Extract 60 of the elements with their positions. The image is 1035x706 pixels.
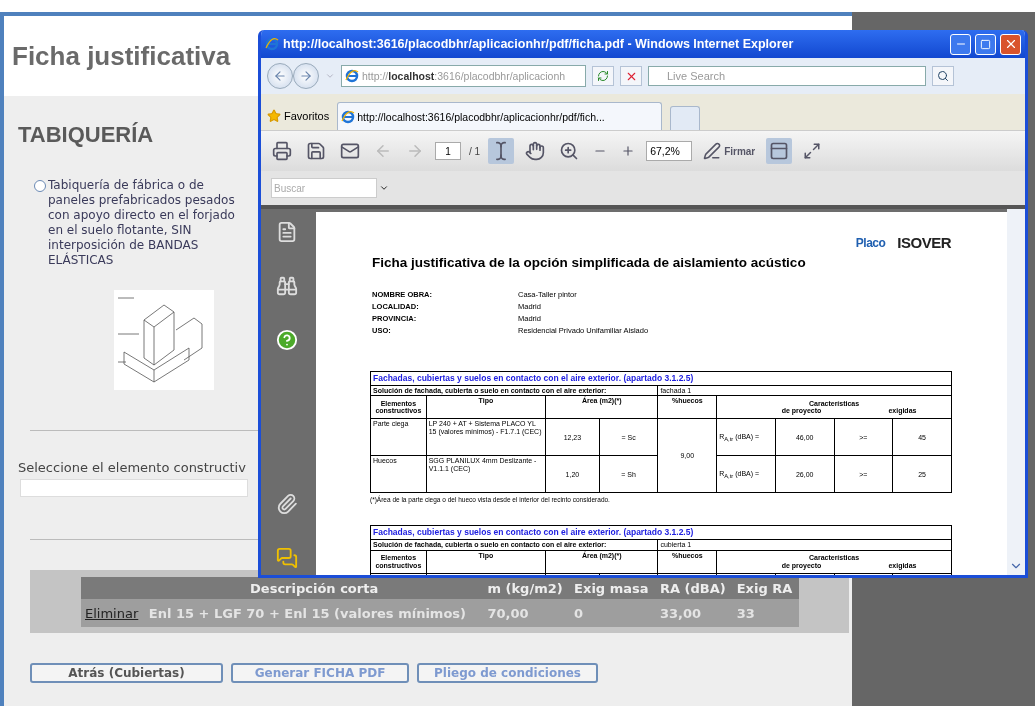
binoculars-icon[interactable] — [276, 275, 298, 297]
page-title: Ficha justificativa — [12, 40, 231, 72]
select-tool-button[interactable] — [488, 138, 515, 164]
table-cell: Enl 15 + LGF 70 + Enl 15 (valores mínimos) — [144, 599, 484, 627]
select-label: Seleccione el elemento constructiv — [18, 460, 246, 475]
radio-button[interactable] — [34, 180, 46, 192]
table-title: Fachadas, cubiertas y suelos en contacto con el aire exterior. (apartado 3.1.2.5) — [370, 525, 952, 540]
paperclip-icon[interactable] — [276, 493, 298, 515]
page-layout-icon — [769, 141, 790, 161]
brand-logo: ISOVER — [897, 234, 951, 251]
page-total: / 1 — [469, 145, 481, 157]
refresh-icon — [597, 70, 609, 82]
favorites-button[interactable]: Favoritos — [267, 102, 330, 130]
address-text: http://localhost:3616/placodbhr/aplicacionh — [362, 70, 566, 82]
maximize-button[interactable] — [975, 33, 996, 55]
browser-tab[interactable]: http://localhost:3616/placodbhr/aplicacionhr/pdf/fich... — [337, 102, 663, 130]
maximize-icon — [980, 38, 991, 50]
help-icon[interactable] — [276, 329, 298, 351]
close-button[interactable] — [1000, 33, 1021, 55]
table-cell: 33 — [732, 599, 799, 627]
hand-icon — [525, 141, 546, 161]
star-icon — [267, 109, 281, 123]
table-cell: 70,00 — [483, 599, 571, 627]
minimize-button[interactable] — [950, 33, 971, 55]
section-heading: TABIQUERÍA — [18, 122, 155, 148]
address-field[interactable]: http://localhost:3616/placodbhr/aplicacionh — [341, 65, 586, 87]
find-field[interactable]: Buscar — [271, 178, 377, 198]
pen-icon — [703, 142, 722, 160]
browser-logo-icon — [265, 37, 279, 51]
dropdown-icon[interactable] — [379, 183, 389, 193]
document-title: Ficha justificativa de la opción simplificada de aislamiento acústico — [372, 255, 807, 270]
expand-icon — [803, 142, 822, 160]
comments-icon[interactable] — [276, 547, 298, 569]
scrollbar[interactable] — [1007, 209, 1025, 575]
right-arrow-icon — [406, 142, 424, 160]
table-cell: 33,00 — [655, 599, 733, 627]
page-layout-button[interactable] — [766, 138, 793, 164]
search-field[interactable]: Live Search — [648, 66, 926, 86]
search-button[interactable] — [932, 66, 954, 86]
refresh-button[interactable] — [592, 66, 614, 86]
column-header: m (kg/m2) — [483, 577, 571, 599]
zoom-icon — [559, 141, 580, 161]
table-title: Fachadas, cubiertas y suelos en contacto con el aire exterior. (apartado 3.1.2.5) — [370, 371, 952, 386]
sign-button[interactable]: Firmar — [700, 139, 759, 163]
column-header: Descripción corta — [144, 577, 484, 599]
window-title: http://localhost:3616/placodbhr/aplicacionhr/pdf/ficha.pdf - Windows Internet Explorer — [283, 37, 795, 51]
input-field[interactable] — [20, 479, 248, 497]
search-icon — [937, 70, 949, 82]
brand-logo: Placo — [855, 235, 886, 250]
zoom-field[interactable]: 67,2% — [646, 141, 693, 161]
table-cell: 0 — [570, 599, 656, 627]
stop-button[interactable] — [620, 66, 642, 86]
mail-icon — [340, 141, 360, 161]
save-icon — [306, 141, 326, 161]
print-icon — [272, 141, 292, 161]
option-label: Tabiquería de fábrica o de paneles prefabricados pesados con apoyo directo en el forjado en el suelo flotante, SIN interposición de BANDAS ELÁSTICAS — [48, 178, 236, 268]
plus-icon — [621, 144, 636, 158]
column-header: Exig masa — [570, 577, 656, 599]
page-number-field[interactable]: 1 — [435, 142, 461, 160]
back-button[interactable]: Atrás (Cubiertas) — [30, 663, 223, 683]
